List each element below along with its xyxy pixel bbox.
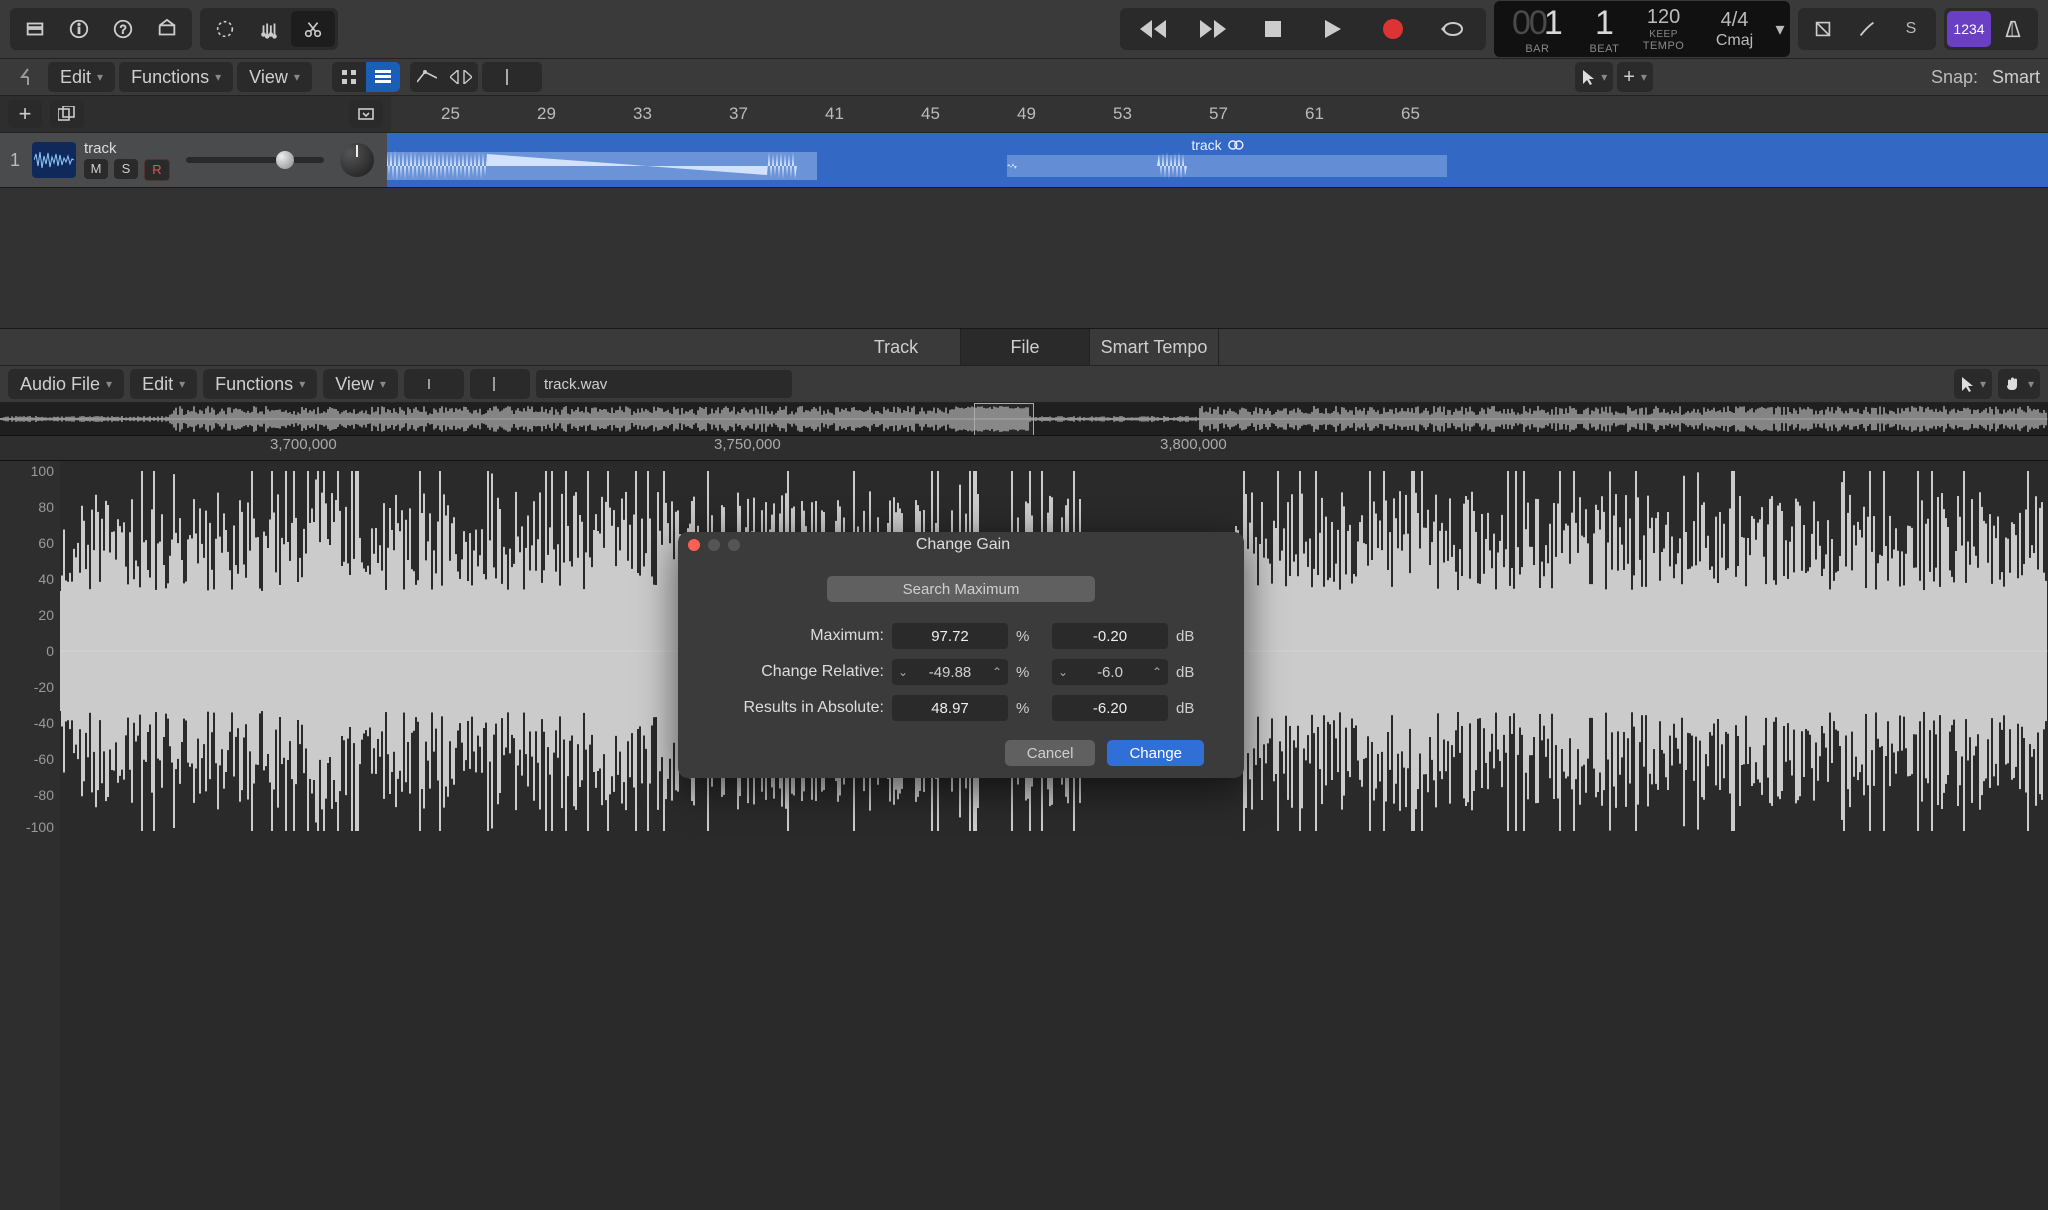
automation-icon[interactable] — [410, 62, 444, 92]
overview-selection[interactable] — [974, 403, 1034, 436]
pan-knob[interactable] — [340, 143, 374, 177]
flex-icon[interactable] — [444, 62, 478, 92]
edit-menu[interactable]: Edit▾ — [48, 62, 115, 92]
metronome-button[interactable] — [203, 11, 247, 47]
relative-percent-stepper[interactable]: ⌄ -49.88 ⌃ — [892, 659, 1008, 685]
editor-functions-menu[interactable]: Functions▾ — [203, 369, 317, 399]
view-grid-icon[interactable] — [332, 62, 366, 92]
close-icon[interactable] — [688, 539, 700, 551]
svg-text:?: ? — [120, 23, 127, 37]
library-button[interactable] — [13, 11, 57, 47]
lcd-display[interactable]: 00 1 BAR 1 BEAT 120 KEEP TEMPO 4/4 Cmaj … — [1494, 1, 1790, 57]
help-button[interactable]: ? — [101, 11, 145, 47]
view-menu[interactable]: View▾ — [237, 62, 312, 92]
absolute-percent-field[interactable]: 48.97 — [892, 695, 1008, 721]
record-enable-button[interactable]: R — [144, 159, 170, 181]
pointer-tool[interactable]: ▾ — [1575, 62, 1613, 92]
chevron-up-icon[interactable]: ⌃ — [986, 659, 1008, 685]
audio-region[interactable]: track — [387, 133, 2048, 187]
tracks-empty-area[interactable] — [0, 188, 2048, 329]
lcd-bar-pad: 00 — [1512, 4, 1546, 43]
chevron-down-icon[interactable]: ⌄ — [1052, 659, 1074, 685]
cancel-button[interactable]: Cancel — [1005, 740, 1096, 766]
track-icon — [32, 142, 76, 178]
snap-label: Snap: — [1921, 67, 1988, 88]
play-button[interactable] — [1303, 11, 1363, 47]
brush-button[interactable] — [1845, 11, 1889, 47]
maximum-percent-field[interactable]: 97.72 — [892, 623, 1008, 649]
track-header[interactable]: 1 track M S R — [0, 133, 387, 187]
tab-smart-tempo[interactable]: Smart Tempo — [1090, 329, 1219, 365]
catch-icon[interactable] — [482, 62, 542, 92]
add-track-button[interactable]: + — [8, 100, 42, 128]
sample-ruler[interactable]: 3,700,000 3,750,000 3,800,000 — [0, 436, 2048, 461]
master-volume-button[interactable] — [1991, 11, 2035, 47]
global-tracks-button[interactable] — [349, 100, 383, 128]
zoom-icon — [728, 539, 740, 551]
scissors-button[interactable] — [291, 11, 335, 47]
editor-hand-tool[interactable]: ▾ — [1998, 369, 2040, 399]
forward-button[interactable] — [1183, 11, 1243, 47]
tab-track[interactable]: Track — [832, 329, 961, 365]
functions-menu[interactable]: Functions▾ — [119, 62, 233, 92]
lcd-bar: 1 — [1544, 4, 1563, 43]
duplicate-track-button[interactable] — [50, 100, 84, 128]
filename-field[interactable]: track.wav — [536, 370, 792, 398]
amplitude-axis: 100 80 60 40 20 0 -20 -40 -60 -80 -100 — [0, 461, 60, 1210]
mute-button[interactable]: M — [84, 159, 108, 179]
rewind-button[interactable] — [1123, 11, 1183, 47]
editor-view-menu[interactable]: View▾ — [323, 369, 398, 399]
back-arrow-icon[interactable] — [8, 62, 44, 92]
maximum-db-field[interactable]: -0.20 — [1052, 623, 1168, 649]
stop-button[interactable] — [1243, 11, 1303, 47]
tab-file[interactable]: File — [961, 329, 1090, 365]
change-button[interactable]: Change — [1107, 740, 1204, 766]
solo-button[interactable]: S — [1889, 11, 1933, 47]
waveform-overview[interactable] — [0, 403, 2048, 436]
record-button[interactable] — [1363, 11, 1423, 47]
add-tool[interactable]: +▾ — [1617, 62, 1653, 92]
dialog-title: Change Gain — [740, 536, 1186, 554]
minimize-icon — [708, 539, 720, 551]
note-repeat-button[interactable] — [1801, 11, 1845, 47]
toolbox-button[interactable] — [145, 11, 189, 47]
absolute-db-field[interactable]: -6.20 — [1052, 695, 1168, 721]
master-button[interactable]: 1234 — [1947, 11, 1991, 47]
track-name: track — [84, 140, 170, 157]
volume-slider[interactable] — [186, 157, 324, 163]
chevron-up-icon[interactable]: ⌃ — [1146, 659, 1168, 685]
relative-db-stepper[interactable]: ⌄ -6.0 ⌃ — [1052, 659, 1168, 685]
search-maximum-button[interactable]: Search Maximum — [827, 576, 1095, 602]
editor-pointer-tool[interactable]: ▾ — [1954, 369, 1992, 399]
editor-catch-icon[interactable] — [470, 369, 530, 399]
cycle-button[interactable] — [1423, 11, 1483, 47]
view-list-icon[interactable] — [366, 62, 400, 92]
solo-track-button[interactable]: S — [114, 159, 138, 179]
tuner-button[interactable] — [247, 11, 291, 47]
change-gain-dialog: Change Gain Search Maximum Maximum: 97.7… — [678, 532, 1244, 778]
info-button[interactable] — [57, 11, 101, 47]
editor-cycle-icon[interactable] — [404, 369, 464, 399]
audio-file-menu[interactable]: Audio File▾ — [8, 369, 124, 399]
lcd-dropdown-icon[interactable]: ▾ — [1770, 19, 1790, 40]
editor-edit-menu[interactable]: Edit▾ — [130, 369, 197, 399]
chevron-down-icon[interactable]: ⌄ — [892, 659, 914, 685]
snap-value[interactable]: Smart — [1992, 67, 2040, 88]
bar-ruler[interactable]: 25 29 33 37 41 45 49 53 57 61 65 — [391, 96, 2048, 132]
transport-controls — [1120, 8, 1486, 50]
